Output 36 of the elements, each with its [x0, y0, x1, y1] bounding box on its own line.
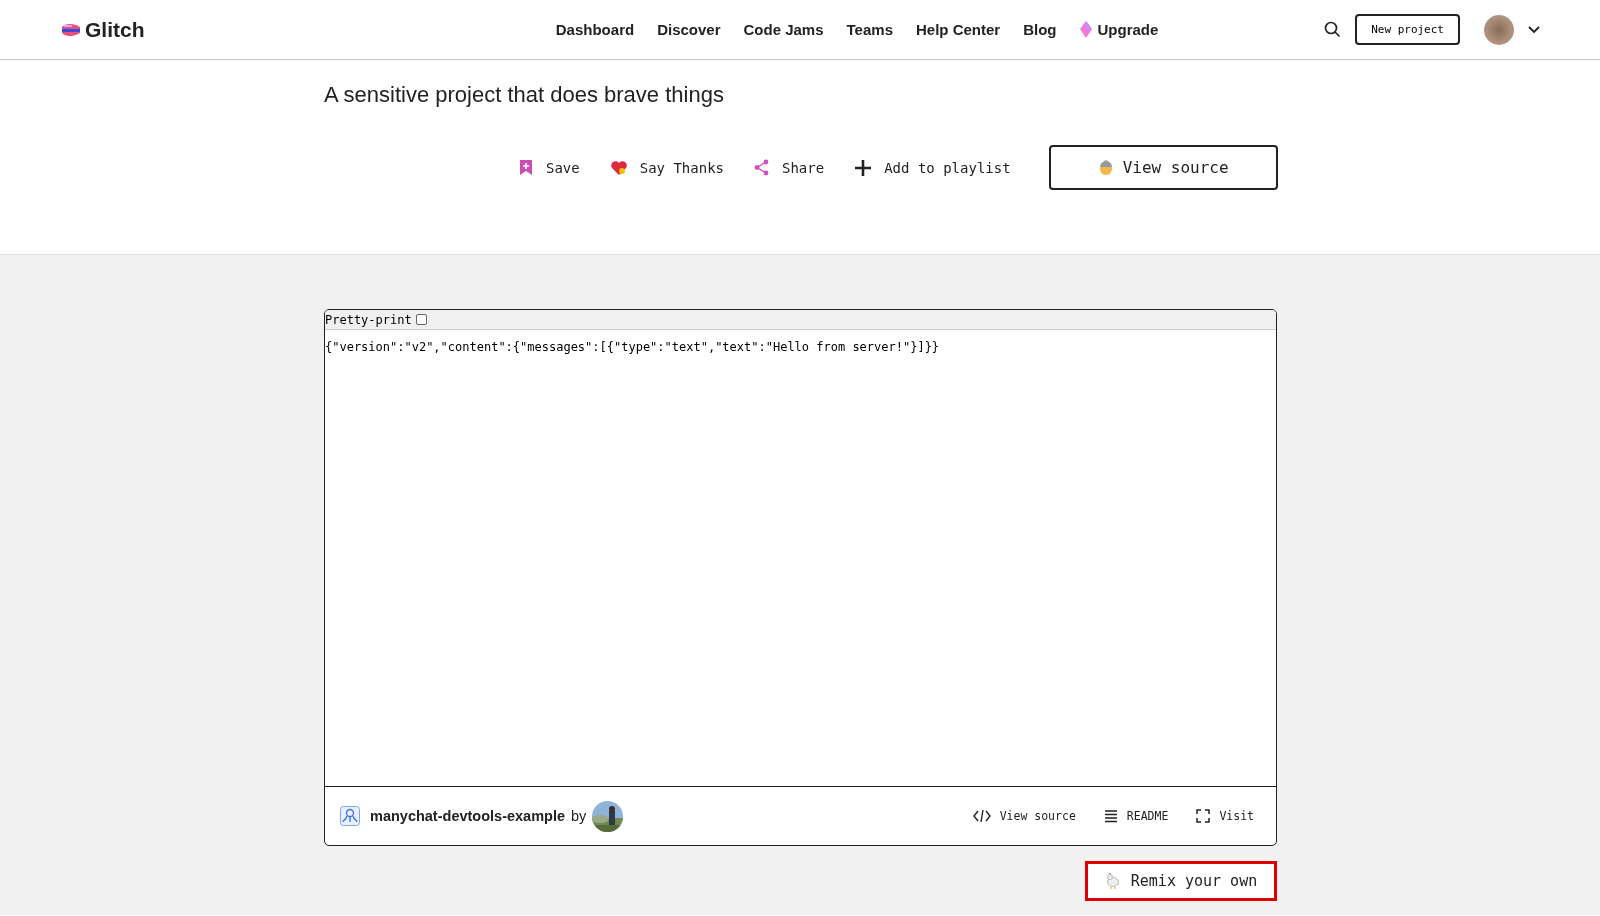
action-button[interactable]: Add to playlist	[854, 158, 1011, 177]
lines-icon	[1103, 809, 1118, 823]
remix-button[interactable]: Remix your own	[1085, 861, 1277, 901]
action-button[interactable]: Share	[754, 159, 825, 176]
upgrade-link[interactable]: Upgrade	[1079, 21, 1159, 38]
nav-link[interactable]: Dashboard	[555, 21, 635, 38]
action-button[interactable]: Say Thanks	[609, 159, 724, 176]
plus-icon	[854, 158, 873, 177]
pretty-print-checkbox[interactable]	[415, 314, 427, 325]
project-link[interactable]: manychat-devtools-example	[370, 808, 565, 824]
user-avatar[interactable]	[1484, 14, 1514, 45]
footer-link[interactable]: README	[1103, 809, 1169, 823]
view-source-button[interactable]: View source	[1048, 145, 1278, 190]
chicken-icon	[1104, 872, 1121, 890]
new-project-button[interactable]: New project	[1355, 14, 1460, 45]
footer-link[interactable]: Visit	[1196, 809, 1254, 823]
action-button[interactable]: Save	[518, 159, 580, 176]
nav-link[interactable]: Code Jams	[743, 21, 824, 38]
nav-link[interactable]: Discover	[657, 21, 721, 38]
diamond-icon	[1079, 21, 1092, 38]
nav-link[interactable]: Blog	[1023, 21, 1057, 38]
code-icon	[972, 808, 991, 824]
checkbox-label: Pretty-print	[325, 312, 412, 327]
chevron-icon	[1528, 25, 1540, 34]
expand-icon	[1196, 809, 1211, 823]
bookmark-icon	[518, 159, 534, 176]
footer-link[interactable]: View source	[972, 808, 1076, 824]
nav-link[interactable]: Help Center	[916, 21, 1001, 38]
heart-icon	[609, 159, 628, 176]
share-icon	[754, 159, 770, 176]
by-label: by	[571, 808, 587, 824]
nav-link[interactable]: Teams	[846, 21, 893, 38]
json-response: {"version":"v2","content":{"messages":[{"type":"text","text":"Hello from server!"}]}}	[325, 340, 940, 354]
search-icon	[1324, 21, 1342, 38]
glitch-logo[interactable]: Glitch	[60, 17, 360, 42]
project-description: A sensitive project that does brave things	[324, 82, 725, 108]
